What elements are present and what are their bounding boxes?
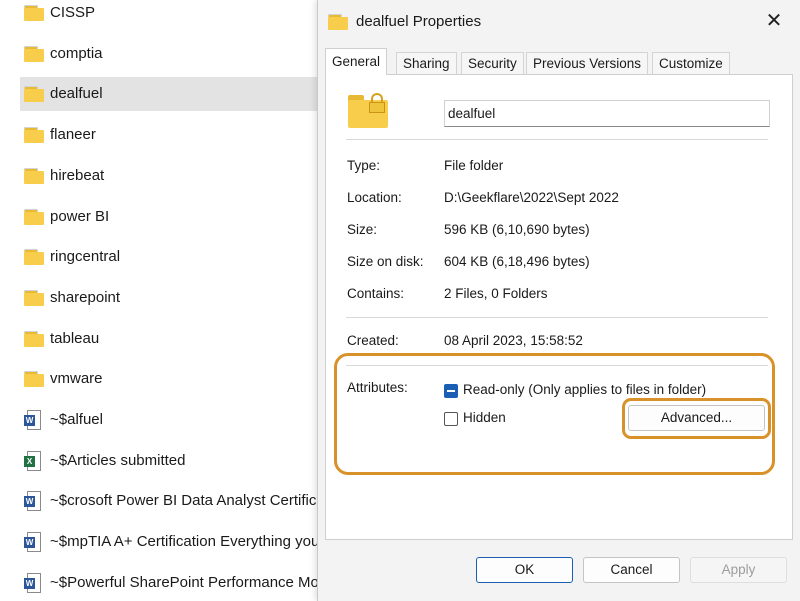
- folder-icon: [24, 329, 46, 349]
- folder-icon: [328, 12, 348, 30]
- size-label: Size:: [347, 222, 378, 237]
- type-value: File folder: [444, 158, 504, 173]
- folder-list-item[interactable]: CISSP: [20, 0, 320, 30]
- folder-icon: [24, 207, 46, 227]
- readonly-label[interactable]: Read-only (Only applies to files in fold…: [463, 382, 706, 397]
- hidden-label[interactable]: Hidden: [463, 410, 506, 425]
- folder-icon: [24, 44, 46, 64]
- list-item-label: vmware: [50, 370, 103, 387]
- dialog-title: dealfuel Properties: [356, 13, 482, 30]
- folder-icon: [24, 247, 46, 267]
- cancel-button[interactable]: Cancel: [583, 557, 680, 583]
- list-item-label: dealfuel: [50, 85, 103, 102]
- folder-list-item[interactable]: power BI: [20, 200, 320, 234]
- close-button[interactable]: ✕: [763, 10, 785, 32]
- folder-icon: [24, 3, 46, 23]
- list-item-label: sharepoint: [50, 289, 121, 306]
- file-list-item[interactable]: X ~$Articles submitted: [20, 444, 320, 478]
- size-on-disk-value: 604 KB (6,18,496 bytes): [444, 254, 590, 269]
- folder-list-item[interactable]: hirebeat: [20, 159, 320, 193]
- word-document-icon: W: [24, 532, 46, 552]
- list-item-label: hirebeat: [50, 167, 105, 184]
- list-item-label: CISSP: [50, 4, 96, 21]
- folder-list-item[interactable]: sharepoint: [20, 281, 320, 315]
- folder-icon: [24, 84, 46, 104]
- location-value: D:\Geekflare\2022\Sept 2022: [444, 190, 619, 205]
- attributes-label: Attributes:: [347, 380, 408, 395]
- divider: [346, 365, 768, 366]
- folder-name-input[interactable]: [444, 100, 770, 127]
- hidden-checkbox[interactable]: [444, 412, 458, 426]
- folder-list-item[interactable]: dealfuel: [20, 77, 320, 111]
- advanced-button[interactable]: Advanced...: [628, 405, 765, 431]
- contains-label: Contains:: [347, 286, 405, 301]
- locked-folder-icon: [348, 93, 388, 129]
- file-list-item[interactable]: W ~$mpTIA A+ Certification Everything you…: [20, 525, 357, 559]
- size-value: 596 KB (6,10,690 bytes): [444, 222, 590, 237]
- dialog-titlebar: dealfuel Properties ✕: [318, 0, 800, 44]
- file-list-item[interactable]: W ~$Powerful SharePoint Performance Monit…: [20, 566, 368, 600]
- readonly-checkbox[interactable]: [444, 384, 458, 398]
- folder-list-item[interactable]: tableau: [20, 322, 320, 356]
- folder-list-item[interactable]: vmware: [20, 362, 320, 396]
- created-label: Created:: [347, 333, 399, 348]
- list-item-label: ~$crosoft Power BI Data Analyst Certific…: [50, 492, 349, 509]
- contains-value: 2 Files, 0 Folders: [444, 286, 548, 301]
- apply-button[interactable]: Apply: [690, 557, 787, 583]
- created-value: 08 April 2023, 15:58:52: [444, 333, 583, 348]
- list-item-label: ~$mpTIA A+ Certification Everything you …: [50, 533, 357, 550]
- folder-icon: [24, 166, 46, 186]
- list-item-label: ~$Articles submitted: [50, 452, 186, 469]
- tab-previous-versions[interactable]: Previous Versions: [526, 52, 649, 74]
- divider: [346, 139, 768, 140]
- list-item-label: ~$alfuel: [50, 411, 103, 428]
- list-item-label: comptia: [50, 45, 103, 62]
- properties-dialog: dealfuel Properties ✕ General Sharing Se…: [317, 0, 800, 601]
- divider: [346, 317, 768, 318]
- folder-icon: [24, 288, 46, 308]
- tab-security[interactable]: Security: [461, 52, 524, 74]
- type-label: Type:: [347, 158, 381, 173]
- excel-document-icon: X: [24, 451, 46, 471]
- list-item-label: flaneer: [50, 126, 96, 143]
- word-document-icon: W: [24, 573, 46, 593]
- word-document-icon: W: [24, 410, 46, 430]
- list-item-label: ringcentral: [50, 248, 121, 265]
- location-label: Location:: [347, 190, 402, 205]
- file-list-item[interactable]: W ~$crosoft Power BI Data Analyst Certifi…: [20, 484, 349, 518]
- folder-list-item[interactable]: flaneer: [20, 118, 320, 152]
- tab-customize[interactable]: Customize: [652, 52, 730, 74]
- folder-list-item[interactable]: ringcentral: [20, 240, 320, 274]
- tab-general[interactable]: General: [325, 48, 388, 75]
- ok-button[interactable]: OK: [476, 557, 573, 583]
- general-tab-panel: Type: File folder Location: D:\Geekflare…: [325, 74, 793, 540]
- tab-sharing[interactable]: Sharing: [396, 52, 457, 74]
- folder-icon: [24, 125, 46, 145]
- size-on-disk-label: Size on disk:: [347, 254, 424, 269]
- folder-icon: [24, 369, 46, 389]
- list-item-label: power BI: [50, 208, 110, 225]
- folder-list-item[interactable]: comptia: [20, 37, 320, 71]
- list-item-label: tableau: [50, 330, 100, 347]
- word-document-icon: W: [24, 491, 46, 511]
- file-list-item[interactable]: W ~$alfuel: [20, 403, 320, 437]
